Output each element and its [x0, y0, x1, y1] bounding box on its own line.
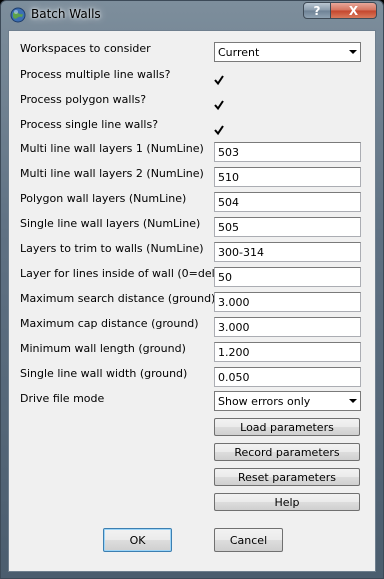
workspaces-label: Workspaces to consider: [20, 42, 151, 55]
trim-layers-label: Layers to trim to walls (NumLine): [20, 242, 204, 255]
close-icon: X: [348, 3, 359, 18]
single-layers-label: Single line wall layers (NumLine): [20, 217, 201, 230]
single-layers-input[interactable]: 505: [214, 217, 361, 237]
inside-layer-input[interactable]: 50: [214, 267, 361, 287]
max-cap-input[interactable]: 3.000: [214, 317, 361, 337]
title-bar[interactable]: Batch Walls ? X: [1, 1, 383, 29]
help-caption-button[interactable]: ?: [303, 2, 331, 19]
polygon-layers-label: Polygon wall layers (NumLine): [20, 192, 187, 205]
single-width-label: Single line wall width (ground): [20, 367, 188, 380]
app-globe-icon: [10, 7, 26, 23]
ok-button[interactable]: OK: [103, 528, 172, 552]
close-button[interactable]: X: [330, 2, 377, 19]
multi-layers-2-input[interactable]: 510: [214, 167, 361, 187]
process-single-label: Process single line walls?: [20, 118, 159, 131]
process-polygon-checkbox[interactable]: [214, 96, 224, 111]
max-search-input[interactable]: 3.000: [214, 292, 361, 312]
dialog-client-area: Workspaces to consider Current Process m…: [8, 30, 376, 572]
drive-mode-select-value: Show errors only: [218, 395, 311, 408]
inside-layer-label: Layer for lines inside of wall (0=delete…: [20, 267, 237, 280]
max-search-label: Maximum search distance (ground): [20, 292, 216, 305]
process-multiple-checkbox[interactable]: [214, 71, 224, 86]
chevron-down-icon[interactable]: [349, 50, 357, 54]
workspaces-select-value: Current: [218, 46, 260, 59]
record-parameters-button[interactable]: Record parameters: [214, 443, 360, 461]
process-polygon-label: Process polygon walls?: [20, 93, 147, 106]
load-parameters-button[interactable]: Load parameters: [214, 418, 360, 436]
max-cap-label: Maximum cap distance (ground): [20, 317, 199, 330]
single-width-input[interactable]: 0.050: [214, 367, 361, 387]
trim-layers-input[interactable]: 300-314: [214, 242, 361, 262]
help-button[interactable]: Help: [214, 493, 360, 511]
cancel-button[interactable]: Cancel: [214, 528, 283, 552]
process-multiple-label: Process multiple line walls?: [20, 68, 171, 81]
multi-layers-1-label: Multi line wall layers 1 (NumLine): [20, 142, 204, 155]
min-length-input[interactable]: 1.200: [214, 342, 361, 362]
window-title: Batch Walls: [31, 7, 101, 21]
process-single-checkbox[interactable]: [214, 121, 224, 136]
multi-layers-1-input[interactable]: 503: [214, 142, 361, 162]
multi-layers-2-label: Multi line wall layers 2 (NumLine): [20, 167, 204, 180]
drive-mode-label: Drive file mode: [20, 392, 105, 405]
chevron-down-icon[interactable]: [349, 399, 357, 403]
reset-parameters-button[interactable]: Reset parameters: [214, 468, 360, 486]
workspaces-select[interactable]: Current: [214, 42, 361, 62]
checkmark-icon: [214, 100, 224, 111]
polygon-layers-input[interactable]: 504: [214, 192, 361, 212]
min-length-label: Minimum wall length (ground): [20, 342, 186, 355]
dialog-window: Batch Walls ? X Workspaces to consider C…: [0, 0, 384, 579]
checkmark-icon: [214, 125, 224, 136]
drive-mode-select[interactable]: Show errors only: [214, 391, 361, 411]
checkmark-icon: [214, 75, 224, 86]
